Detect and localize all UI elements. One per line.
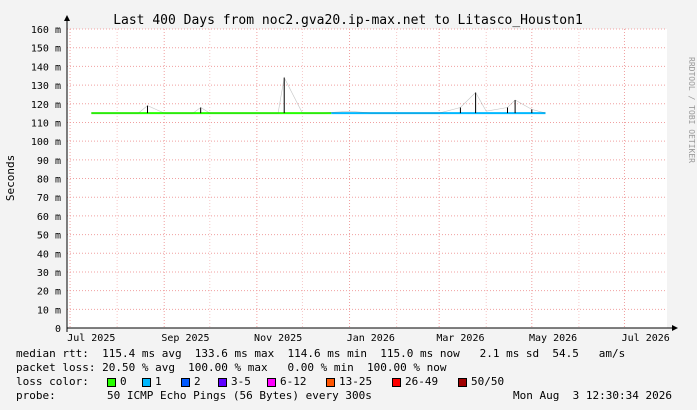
y-tick-label: 120 m <box>31 100 61 111</box>
loss-swatch-label: 3-5 <box>231 375 251 388</box>
y-tick-label: 50 m <box>37 231 61 242</box>
loss-swatch <box>142 378 151 387</box>
x-tick-label: Sep 2025 <box>161 333 209 344</box>
loss-swatch <box>392 378 401 387</box>
x-tick-label: Jul 2025 <box>67 333 115 344</box>
y-tick-label: 90 m <box>37 156 61 167</box>
loss-swatch-label: 0 <box>120 375 127 388</box>
x-tick-label: Nov 2025 <box>254 333 302 344</box>
y-tick-label: 30 m <box>37 268 61 279</box>
loss-swatch <box>267 378 276 387</box>
loss-swatch-label: 6-12 <box>280 375 307 388</box>
y-tick-label: 0 <box>55 324 61 335</box>
watermark: RRDTOOL / TOBI OETIKER <box>687 57 696 163</box>
y-tick-label: 110 m <box>31 118 61 129</box>
loss-swatch <box>326 378 335 387</box>
x-tick-label: Jan 2026 <box>347 333 395 344</box>
loss-swatch-label: 1 <box>155 375 162 388</box>
chart-title: Last 400 Days from noc2.gva20.ip-max.net… <box>113 13 583 28</box>
loss-swatch-label: 2 <box>194 375 201 388</box>
probe-label: probe: <box>16 389 56 402</box>
y-tick-label: 60 m <box>37 212 61 223</box>
y-tick-label: 140 m <box>31 62 61 73</box>
y-tick-label: 70 m <box>37 193 61 204</box>
y-tick-label: 160 m <box>31 25 61 36</box>
loss-swatch <box>218 378 227 387</box>
y-tick-label: 130 m <box>31 81 61 92</box>
loss-swatch-label: 13-25 <box>339 375 373 388</box>
loss-swatch <box>458 378 467 387</box>
packet-loss-stats: packet loss: 20.50 % avg 100.00 % max 0.… <box>16 361 447 374</box>
y-tick-labels: 0 10 m 20 m 30 m 40 m 50 m 60 m 70 m 80 m 90 m 100… <box>31 25 61 335</box>
x-tick-label: Mar 2026 <box>436 333 484 344</box>
x-tick-label: May 2026 <box>529 333 577 344</box>
y-tick-label: 10 m <box>37 305 61 316</box>
smokeping-graph: 0 10 m 20 m 30 m 40 m 50 m 60 m 70 m 80 m 90 m 100… <box>0 0 697 410</box>
y-axis-arrow <box>64 15 70 21</box>
y-tick-label: 100 m <box>31 137 61 148</box>
y-tick-label: 40 m <box>37 249 61 260</box>
loss-swatch-label: 50/50 <box>471 375 505 388</box>
median-rtt-stats: median rtt: 115.4 ms avg 133.6 ms max 11… <box>16 347 626 360</box>
y-tick-label: 150 m <box>31 44 61 55</box>
y-tick-label: 20 m <box>37 287 61 298</box>
loss-color-label: loss color: <box>16 375 89 388</box>
loss-swatch <box>107 378 116 387</box>
y-axis-label: Seconds <box>4 155 17 201</box>
probe-description: 50 ICMP Echo Pings (56 Bytes) every 300s <box>107 389 372 402</box>
loss-swatch-label: 26-49 <box>405 375 439 388</box>
x-tick-labels: Jul 2025 Sep 2025 Nov 2025 Jan 2026 Mar 2026… <box>67 333 670 344</box>
y-tick-label: 80 m <box>37 175 61 186</box>
timestamp: Mon Aug 3 12:30:34 2026 <box>513 389 672 402</box>
loss-swatch <box>181 378 190 387</box>
x-tick-label: Jul 2026 <box>622 333 670 344</box>
x-axis-arrow <box>672 325 678 331</box>
